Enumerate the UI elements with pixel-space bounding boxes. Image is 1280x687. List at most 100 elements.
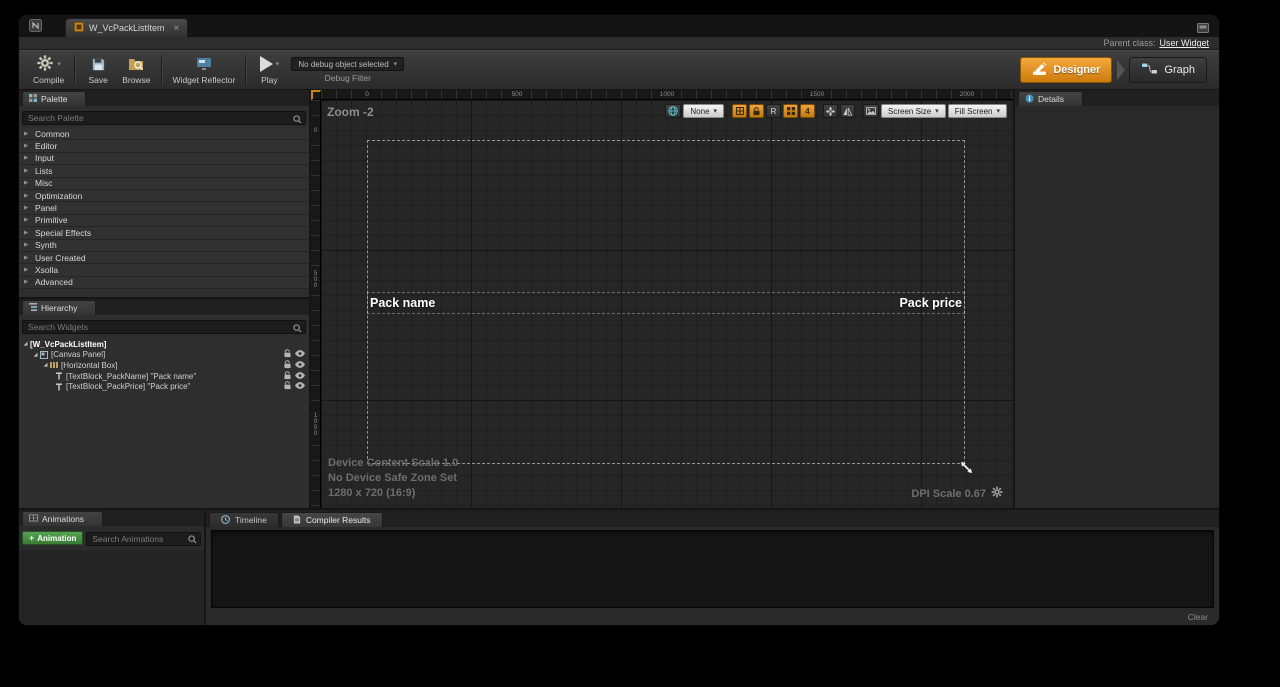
details-tab[interactable]: Details (1018, 91, 1083, 106)
expand-arrow-icon[interactable]: ◢ (31, 352, 40, 358)
design-canvas[interactable]: Zoom -2 None ▾ R (321, 100, 1013, 508)
snap-grid-icon-button[interactable] (783, 104, 798, 118)
save-button[interactable]: Save (80, 53, 116, 87)
palette-search-input[interactable] (22, 111, 306, 125)
parent-class-link[interactable]: User Widget (1159, 38, 1209, 48)
palette-category-special-effects[interactable]: ▶Special Effects (19, 227, 309, 239)
designer-icon (1032, 62, 1047, 79)
tree-row-textblock-packname[interactable]: [TextBlock_PackName] "Pack name" (19, 371, 309, 382)
preview-background-button[interactable] (863, 104, 879, 118)
play-options-caret-icon[interactable]: ▾ (276, 60, 280, 68)
eye-icon[interactable] (295, 382, 305, 391)
designer-mode-button[interactable]: Designer (1020, 57, 1112, 83)
tree-row-canvas-panel[interactable]: ◢ [Canvas Panel] (19, 350, 309, 361)
graph-mode-button[interactable]: Graph (1129, 57, 1207, 83)
eye-icon[interactable] (295, 350, 305, 359)
main-toolbar: ▾ Compile Save Browse Widget Reflector (19, 50, 1219, 90)
play-button[interactable]: ▾ Play (251, 53, 287, 87)
palette-category-primitive[interactable]: ▶Primitive (19, 215, 309, 227)
respect-locks-button[interactable]: R (766, 104, 781, 118)
fill-screen-dropdown[interactable]: Fill Screen ▾ (948, 104, 1007, 118)
safe-zone-label: No Device Safe Zone Set (328, 471, 458, 486)
palette-category-user-created[interactable]: ▶User Created (19, 252, 309, 264)
palette-category-editor[interactable]: ▶Editor (19, 140, 309, 152)
grid-snap-toggle-button[interactable] (732, 104, 747, 118)
window-menu-icon[interactable] (1197, 20, 1209, 38)
dpi-scale-indicator: DPI Scale 0.67 (911, 486, 1003, 501)
resize-handle-icon[interactable] (959, 460, 974, 480)
ruler-corner (311, 90, 321, 100)
details-info-icon (1025, 94, 1034, 105)
culture-dropdown[interactable]: None ▾ (683, 104, 724, 118)
screen-size-dropdown[interactable]: Screen Size ▾ (881, 104, 946, 118)
textblock-packprice[interactable]: Pack price (899, 296, 962, 310)
palette-tab[interactable]: Palette (22, 91, 86, 106)
palette-category-xsolla[interactable]: ▶Xsolla (19, 264, 309, 276)
lock-icon[interactable] (284, 360, 291, 371)
hierarchy-panel: Hierarchy ◢ [W_VcPackListItem] (19, 297, 309, 508)
clear-button[interactable]: Clear (1188, 612, 1208, 622)
horizontal-box-icon (50, 361, 58, 369)
timeline-tab[interactable]: Timeline (209, 512, 279, 527)
expand-arrow-icon[interactable]: ◢ (41, 362, 50, 368)
chevron-right-icon: ▶ (24, 180, 30, 186)
palette-category-advanced[interactable]: ▶Advanced (19, 277, 309, 289)
dpi-settings-gear-icon[interactable] (991, 486, 1003, 501)
tree-row-textblock-packprice[interactable]: [TextBlock_PackPrice] "Pack price" (19, 381, 309, 392)
horizontal-box-widget[interactable]: Pack name Pack price (367, 292, 965, 314)
snap-size-button[interactable]: 4 (800, 104, 815, 118)
textblock-packname[interactable]: Pack name (370, 296, 435, 310)
browse-button[interactable]: Browse (116, 53, 156, 87)
debug-object-dropdown[interactable]: No debug object selected ▾ (291, 57, 404, 71)
ruler-tick: 500 (312, 270, 319, 288)
animations-header: Animations (19, 510, 204, 526)
palette-category-synth[interactable]: ▶Synth (19, 240, 309, 252)
flip-preview-button[interactable] (840, 104, 855, 118)
lock-icon[interactable] (284, 371, 291, 382)
lock-icon[interactable] (284, 381, 291, 392)
parent-class-label: Parent class: (1103, 38, 1155, 48)
palette-panel: Palette ▶Common ▶Editor ▶Input ▶List (19, 90, 309, 297)
hierarchy-search-input[interactable] (22, 320, 306, 334)
chevron-right-icon: ▶ (24, 279, 30, 285)
localization-preview-button[interactable] (665, 104, 681, 118)
palette-category-input[interactable]: ▶Input (19, 153, 309, 165)
palette-category-common[interactable]: ▶Common (19, 128, 309, 140)
expand-arrow-icon[interactable]: ◢ (21, 341, 30, 347)
palette-category-optimization[interactable]: ▶Optimization (19, 190, 309, 202)
palette-category-misc[interactable]: ▶Misc (19, 178, 309, 190)
widget-reflector-button[interactable]: Widget Reflector (167, 53, 242, 87)
animations-toolbar: + Animation (22, 529, 201, 547)
lock-icon[interactable] (284, 349, 291, 360)
ruler-tick: 0 (312, 127, 319, 133)
hierarchy-tab[interactable]: Hierarchy (22, 300, 96, 315)
hierarchy-icon (29, 303, 37, 313)
compiler-results-tab[interactable]: Compiler Results (281, 512, 383, 527)
tab-close-icon[interactable]: × (174, 23, 180, 34)
animations-film-icon (29, 514, 38, 524)
plus-icon: + (29, 533, 34, 543)
tree-row-horizontal-box[interactable]: ◢ [Horizontal Box] (19, 360, 309, 371)
details-panel: Details (1013, 90, 1219, 508)
compiler-results-log[interactable] (211, 530, 1214, 608)
palette-category-panel[interactable]: ▶Panel (19, 202, 309, 214)
compile-button[interactable]: ▾ Compile (27, 53, 70, 87)
tree-row-root[interactable]: ◢ [W_VcPackListItem] (19, 339, 309, 350)
graph-icon (1141, 62, 1158, 78)
animations-tab[interactable]: Animations (22, 511, 103, 526)
eye-icon[interactable] (295, 372, 305, 381)
transform-mode-button[interactable] (823, 104, 838, 118)
animations-list-body (19, 550, 204, 625)
titlebar: W_VcPackListItem × (19, 15, 1219, 37)
debug-object-value: No debug object selected (298, 60, 388, 69)
compile-options-caret-icon[interactable]: ▾ (57, 60, 61, 68)
eye-icon[interactable] (295, 361, 305, 370)
document-tab[interactable]: W_VcPackListItem × (65, 18, 188, 37)
animations-search-input[interactable] (86, 532, 201, 546)
add-animation-button[interactable]: + Animation (22, 531, 83, 545)
palette-category-lists[interactable]: ▶Lists (19, 165, 309, 177)
compile-label: Compile (33, 75, 64, 85)
output-footer: Clear (206, 608, 1219, 625)
chevron-right-icon: ▶ (24, 131, 30, 137)
lock-toggle-button[interactable] (749, 104, 764, 118)
